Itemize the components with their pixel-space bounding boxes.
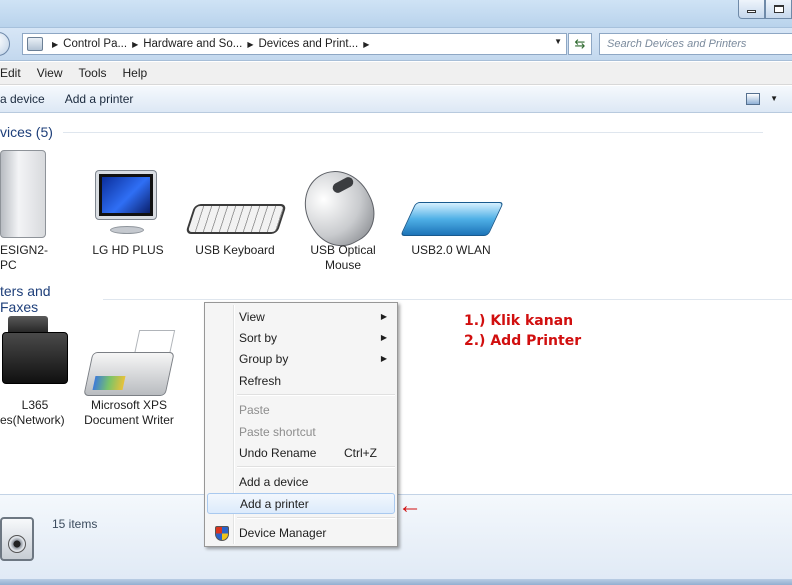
divider	[102, 298, 792, 300]
menu-item-label: Paste shortcut	[239, 424, 316, 439]
computer-icon[interactable]	[0, 150, 46, 238]
device-label: LG HD PLUS	[92, 243, 164, 257]
address-bar[interactable]: ▶ Control Pa... ▶ Hardware and So... ▶ D…	[22, 33, 567, 55]
printer-xps[interactable]: Microsoft XPS Document Writer	[80, 398, 178, 428]
menu-item-sort-by[interactable]: Sort by ▶	[207, 327, 395, 348]
menu-item-shortcut: Ctrl+Z	[344, 445, 377, 460]
menu-item-label: Refresh	[239, 373, 282, 388]
device-label: USB Optical	[310, 243, 376, 257]
submenu-arrow-icon: ▶	[380, 333, 387, 342]
window-controls	[738, 0, 792, 19]
minimize-button[interactable]	[738, 0, 765, 19]
chevron-right-icon[interactable]: ▶	[247, 40, 253, 49]
submenu-arrow-icon: ▶	[380, 312, 387, 321]
printer-epson[interactable]: L365 es(Network)	[0, 398, 70, 428]
shield-icon	[215, 526, 229, 541]
device-label: ESIGN2-PC	[0, 243, 49, 272]
menu-item-refresh[interactable]: Refresh	[207, 370, 395, 391]
divider	[62, 131, 763, 133]
printers-group-title: ters and Faxes	[0, 283, 51, 315]
menu-item-group-by[interactable]: Group by ▶	[207, 348, 395, 369]
menu-item-paste[interactable]: Paste	[207, 399, 395, 420]
menu-item-label: Add a printer	[240, 496, 309, 511]
view-dropdown-icon[interactable]: ▼	[770, 94, 778, 103]
command-bar: a device Add a printer ▼	[0, 86, 792, 113]
menu-item-label: Paste	[239, 402, 270, 417]
minimize-icon	[747, 9, 756, 13]
device-computer[interactable]: ESIGN2-PC	[0, 243, 60, 273]
devices-printers-icon	[0, 517, 34, 561]
keyboard-icon[interactable]	[185, 204, 287, 234]
address-toolbar: ▶ Control Pa... ▶ Hardware and So... ▶ D…	[0, 28, 792, 61]
device-label: USB2.0 WLAN	[411, 243, 491, 257]
device-monitor[interactable]: LG HD PLUS	[86, 243, 170, 258]
menu-separator	[237, 517, 395, 518]
back-button[interactable]	[0, 32, 10, 56]
photo-printout	[92, 376, 126, 390]
device-label: Mouse	[324, 258, 362, 272]
camera-lens	[8, 535, 26, 553]
printer-label: L365	[21, 398, 49, 412]
printer-label: es(Network)	[0, 413, 65, 427]
menu-item-add-printer[interactable]: Add a printer	[207, 493, 395, 514]
printer-label: Microsoft XPS	[90, 398, 168, 412]
refresh-button[interactable]: ⇆	[568, 33, 592, 55]
instruction-annotation: 1.) Klik kanan 2.) Add Printer	[464, 311, 581, 351]
menu-item-label: Undo Rename	[239, 445, 317, 460]
monitor-stand	[110, 226, 144, 234]
menu-item-view[interactable]: View ▶	[207, 306, 395, 327]
device-mouse[interactable]: USB Optical Mouse	[298, 243, 388, 273]
add-device-command[interactable]: a device	[0, 92, 55, 106]
menu-edit[interactable]: Edit	[0, 66, 29, 80]
menu-item-label: Device Manager	[239, 525, 327, 540]
menu-item-label: View	[239, 309, 265, 324]
menu-help[interactable]: Help	[115, 66, 156, 80]
menu-item-paste-shortcut[interactable]: Paste shortcut	[207, 421, 395, 442]
printer-label: Document Writer	[84, 413, 174, 427]
chevron-right-icon[interactable]: ▶	[363, 40, 369, 49]
search-placeholder: Search Devices and Printers	[607, 38, 747, 50]
breadcrumb-control-panel[interactable]: Control Pa...	[63, 38, 127, 50]
monitor-icon[interactable]	[96, 171, 156, 219]
menu-item-label: Sort by	[239, 330, 278, 345]
devices-group-title: vices (5)	[0, 124, 53, 140]
arrow-left-icon: ←	[398, 492, 422, 519]
menu-item-label: Add a device	[239, 474, 309, 489]
item-count: 15 items	[52, 517, 98, 531]
control-panel-icon	[27, 37, 43, 51]
breadcrumb-devices-printers[interactable]: Devices and Print...	[258, 38, 358, 50]
menu-separator	[237, 466, 395, 467]
menu-view[interactable]: View	[29, 66, 71, 80]
device-keyboard[interactable]: USB Keyboard	[190, 243, 280, 258]
menu-tools[interactable]: Tools	[70, 66, 114, 80]
chevron-right-icon[interactable]: ▶	[132, 40, 138, 49]
maximize-icon	[773, 5, 784, 13]
menu-item-label: Group by	[239, 351, 289, 366]
address-dropdown-icon[interactable]: ▼	[554, 37, 562, 46]
instruction-step-2: 2.) Add Printer	[464, 333, 582, 349]
refresh-icon: ⇆	[574, 36, 586, 51]
breadcrumb-hardware-sound[interactable]: Hardware and So...	[143, 38, 242, 50]
add-printer-command[interactable]: Add a printer	[55, 92, 144, 106]
menu-separator	[237, 394, 395, 395]
maximize-button[interactable]	[765, 0, 792, 19]
title-bar	[0, 0, 792, 28]
search-input[interactable]: Search Devices and Printers	[599, 33, 792, 55]
window-bottom-border	[0, 579, 792, 585]
menu-item-undo-rename[interactable]: Undo Rename Ctrl+Z	[207, 442, 395, 463]
submenu-arrow-icon: ▶	[380, 354, 387, 363]
context-menu: View ▶ Sort by ▶ Group by ▶ Refresh Past…	[204, 302, 398, 547]
printer-icon[interactable]	[2, 332, 68, 384]
menu-bar: Edit View Tools Help	[0, 62, 792, 85]
menu-item-device-manager[interactable]: Device Manager	[207, 522, 395, 543]
chevron-right-icon[interactable]: ▶	[52, 40, 58, 49]
wlan-adapter-icon[interactable]	[400, 202, 504, 236]
monitor-screen	[102, 177, 150, 213]
devices-group-header[interactable]: vices (5)	[0, 124, 763, 140]
device-label: USB Keyboard	[195, 243, 275, 257]
device-wlan[interactable]: USB2.0 WLAN	[404, 243, 498, 258]
change-view-icon[interactable]	[746, 93, 760, 105]
instruction-step-1: 1.) Klik kanan	[464, 313, 574, 329]
menu-item-add-device[interactable]: Add a device	[207, 471, 395, 492]
